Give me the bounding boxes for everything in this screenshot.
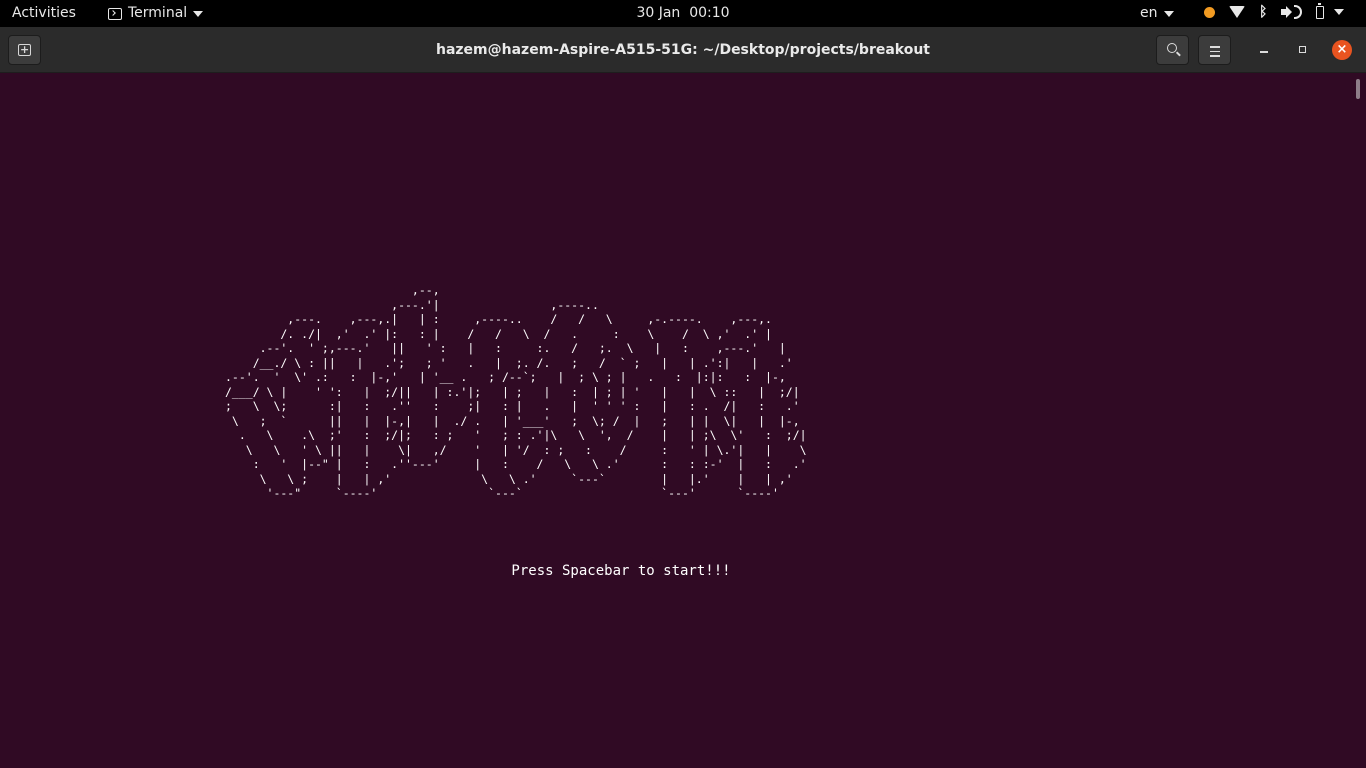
chevron-down-icon — [1334, 9, 1345, 15]
volume-icon — [1281, 5, 1303, 19]
wifi-icon — [1229, 6, 1245, 18]
language-selector[interactable]: en — [1140, 5, 1174, 22]
clock-time: 00:10 — [689, 5, 730, 21]
maximize-button[interactable] — [1293, 41, 1311, 59]
minimize-button[interactable] — [1255, 41, 1273, 59]
battery-icon — [1316, 2, 1325, 19]
terminal-area[interactable]: ,--, ,---.'| ,----.. ,---. ,---,.| | : ,… — [0, 73, 1366, 768]
hamburger-menu-button[interactable] — [1198, 35, 1231, 65]
ascii-art-title: ,--, ,---.'| ,----.. ,---. ,---,.| | : ,… — [225, 283, 807, 500]
system-tray[interactable]: ᛒ — [1204, 2, 1345, 20]
maximize-icon — [1299, 46, 1306, 53]
scrollbar[interactable] — [1356, 79, 1360, 99]
notification-dot-icon — [1204, 7, 1215, 18]
language-label: en — [1140, 5, 1158, 21]
minimize-icon — [1260, 51, 1268, 53]
window-header-bar: + hazem@hazem-Aspire-A515-51G: ~/Desktop… — [0, 27, 1366, 73]
top-bar: Activities Terminal 30 Jan 00:10 en ᛒ — [0, 0, 1366, 27]
close-button[interactable]: × — [1332, 40, 1352, 60]
hamburger-icon — [1210, 46, 1220, 60]
chevron-down-icon — [1163, 10, 1174, 17]
bluetooth-icon: ᛒ — [1259, 4, 1268, 20]
clock-date: 30 Jan — [636, 5, 681, 21]
start-prompt: Press Spacebar to start!!! — [511, 563, 731, 579]
search-button[interactable] — [1156, 35, 1189, 65]
close-icon: × — [1336, 42, 1348, 57]
